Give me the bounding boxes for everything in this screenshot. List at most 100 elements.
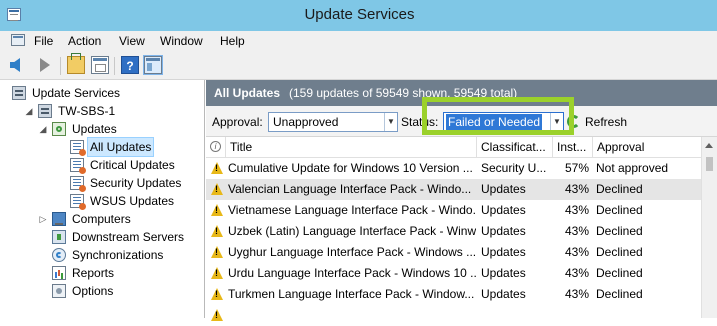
row-classification: Updates	[481, 287, 526, 301]
row-title: Cumulative Update for Windows 10 Version…	[228, 161, 473, 175]
row-approval: Not approved	[596, 161, 669, 175]
warning-icon	[211, 267, 223, 279]
tree-label: Reports	[72, 266, 115, 280]
tree-label: All Updates	[86, 137, 155, 157]
vertical-scrollbar[interactable]	[701, 137, 717, 318]
forward-arrow-icon[interactable]	[40, 58, 50, 72]
show-hide-action-pane-icon[interactable]	[143, 55, 163, 75]
warning-icon	[211, 225, 223, 237]
window-title: Update Services	[304, 6, 415, 23]
table-row[interactable]	[206, 305, 701, 326]
all-updates-icon	[70, 140, 86, 156]
table-header: i Title Classificat... Inst... Approval	[206, 137, 701, 158]
row-installed: 43%	[564, 182, 589, 196]
tree-label: Critical Updates	[90, 158, 175, 172]
toolbar-separator	[114, 57, 115, 75]
chevron-down-icon[interactable]: ▼	[384, 113, 397, 131]
back-arrow-icon[interactable]	[10, 58, 20, 72]
security-updates-icon	[70, 176, 86, 192]
options-icon	[52, 284, 66, 298]
warning-icon	[211, 204, 223, 216]
up-folder-icon[interactable]	[67, 53, 85, 74]
tree-label: Update Services	[32, 86, 121, 100]
warning-icon	[211, 288, 223, 300]
row-classification: Security U...	[481, 161, 547, 175]
table-row[interactable]: Uyghur Language Interface Pack - Windows…	[206, 242, 701, 263]
row-installed: 43%	[564, 224, 589, 238]
menu-file[interactable]: File	[34, 34, 53, 48]
row-installed: 43%	[564, 287, 589, 301]
update-services-icon	[12, 86, 26, 100]
tree-label: Downstream Servers	[72, 230, 185, 244]
column-header-title[interactable]: Title	[226, 137, 477, 157]
chevron-down-icon[interactable]: ▼	[550, 113, 563, 131]
reports-icon	[52, 266, 66, 280]
column-header-info[interactable]: i	[206, 137, 226, 157]
pane-header: All Updates (159 updates of 59549 shown,…	[206, 80, 717, 106]
menu-view[interactable]: View	[119, 34, 145, 48]
table-row[interactable]: Urdu Language Interface Pack - Windows 1…	[206, 263, 701, 284]
tree-label: Computers	[72, 212, 131, 226]
results-pane: All Updates (159 updates of 59549 shown,…	[206, 80, 717, 321]
pane-title: All Updates	[214, 86, 281, 100]
tree-label: Synchronizations	[72, 248, 164, 262]
updates-table: i Title Classificat... Inst... Approval …	[206, 137, 701, 321]
warning-icon	[211, 246, 223, 258]
warning-icon	[211, 162, 223, 174]
tree-label: TW-SBS-1	[58, 104, 116, 118]
row-title: Turkmen Language Interface Pack - Window…	[228, 287, 475, 301]
status-value: Failed or Needed	[446, 114, 543, 130]
warning-icon	[211, 309, 223, 321]
collapse-icon[interactable]: ◢	[38, 120, 48, 138]
title-bar: Update Services	[0, 0, 717, 31]
column-header-installed[interactable]: Inst...	[553, 137, 593, 157]
status-label: Status:	[401, 115, 439, 129]
row-installed: 43%	[564, 203, 589, 217]
menu-action[interactable]: Action	[68, 34, 101, 48]
wsus-updates-icon	[70, 194, 86, 210]
row-installed: 57%	[564, 161, 589, 175]
collapse-icon[interactable]: ◢	[24, 102, 34, 120]
table-row[interactable]: Cumulative Update for Windows 10 Version…	[206, 158, 701, 179]
toolbar-separator	[60, 57, 61, 75]
row-approval: Declined	[596, 224, 643, 238]
scroll-thumb[interactable]	[706, 157, 713, 171]
row-title: Vietnamese Language Interface Pack - Win…	[228, 203, 476, 217]
row-approval: Declined	[596, 287, 643, 301]
downstream-servers-icon	[52, 230, 66, 244]
table-row[interactable]: Valencian Language Interface Pack - Wind…	[206, 179, 701, 200]
row-classification: Updates	[481, 266, 526, 280]
system-menu-icon[interactable]	[11, 34, 25, 46]
refresh-button[interactable]: Refresh	[585, 115, 627, 129]
approval-value: Unapproved	[273, 115, 339, 129]
help-icon[interactable]: ?	[121, 56, 139, 74]
show-hide-console-tree-icon[interactable]	[91, 56, 109, 74]
row-approval: Declined	[596, 182, 643, 196]
column-header-classification[interactable]: Classificat...	[477, 137, 553, 157]
row-approval: Declined	[596, 203, 643, 217]
refresh-icon[interactable]	[567, 115, 580, 128]
approval-dropdown[interactable]: Unapproved ▼	[268, 112, 398, 132]
critical-updates-icon	[70, 158, 86, 174]
status-dropdown[interactable]: Failed or Needed ▼	[443, 112, 564, 132]
row-title: Valencian Language Interface Pack - Wind…	[228, 182, 472, 196]
row-installed: 43%	[564, 245, 589, 259]
computers-icon	[52, 212, 66, 226]
table-row[interactable]: Turkmen Language Interface Pack - Window…	[206, 284, 701, 305]
row-approval: Declined	[596, 245, 643, 259]
expand-icon[interactable]: ▷	[38, 210, 48, 228]
table-row[interactable]: Uzbek (Latin) Language Interface Pack - …	[206, 221, 701, 242]
row-classification: Updates	[481, 245, 526, 259]
row-classification: Updates	[481, 203, 526, 217]
menu-help[interactable]: Help	[220, 34, 245, 48]
tree-label: WSUS Updates	[90, 194, 175, 208]
row-classification: Updates	[481, 182, 526, 196]
info-icon: i	[210, 141, 221, 152]
menu-window[interactable]: Window	[160, 34, 203, 48]
console-tree: Update Services ◢ TW-SBS-1 ◢ Updates All…	[0, 80, 205, 318]
table-row[interactable]: Vietnamese Language Interface Pack - Win…	[206, 200, 701, 221]
scroll-up-icon[interactable]	[705, 143, 713, 148]
row-title: Uzbek (Latin) Language Interface Pack - …	[228, 224, 476, 238]
column-header-approval[interactable]: Approval	[593, 137, 701, 157]
server-icon	[38, 104, 52, 118]
